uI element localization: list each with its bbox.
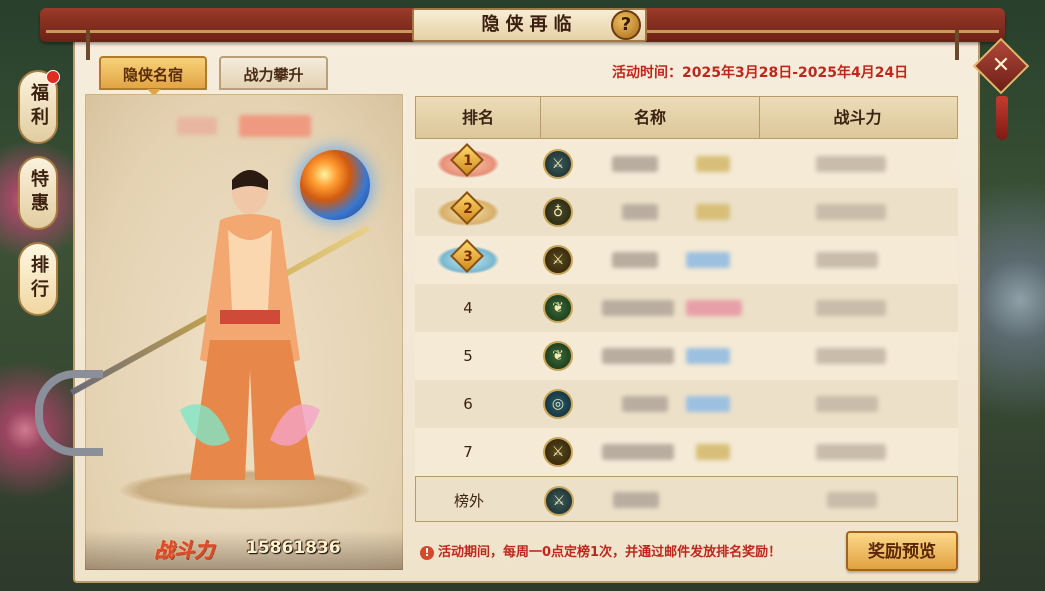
table-row[interactable]: 6 ◎: [415, 380, 958, 428]
rank-number: 7: [463, 443, 473, 461]
power-value: 15861836: [246, 538, 341, 558]
tab-power-climb[interactable]: 战力攀升: [219, 56, 328, 90]
info-icon: !: [420, 546, 434, 560]
self-rank-row[interactable]: 榜外 ⚔: [415, 476, 958, 522]
weapon-hook: [35, 370, 103, 456]
rank-number: 6: [463, 395, 473, 413]
rank-medal-gold: 1: [437, 143, 499, 184]
activity-time: 活动时间：2025年3月28日-2025年4月24日: [612, 65, 909, 81]
header-power: 战斗力: [833, 108, 882, 127]
blade-icon: ⚔: [543, 245, 573, 275]
side-tab-welfare[interactable]: 福利: [18, 70, 60, 144]
ring-icon: ◎: [543, 389, 573, 419]
butterfly-icon: ❦: [543, 293, 573, 323]
table-row[interactable]: 4 ❦: [415, 284, 958, 332]
footnote: ! 活动期间，每周一0点定榜1次，并通过邮件发放排名奖励！: [420, 541, 781, 560]
blade-icon: ⚔: [543, 437, 573, 467]
table-row[interactable]: 5 ❦: [415, 332, 958, 380]
ranking-table: 排名 名称 战斗力 1 ⚔ 2 ♁ 3 ⚔ 4 ❦ 5 ❦ 6 ◎ 7 ⚔ 榜外…: [415, 96, 958, 522]
footnote-text: 活动期间，每周一0点定榜1次，并通过邮件发放排名奖励！: [438, 545, 782, 560]
reward-preview-button[interactable]: 奖励预览: [846, 531, 958, 571]
side-nav: 福利 特惠 排行: [18, 70, 60, 328]
butterfly-icon: ❦: [543, 341, 573, 371]
side-tab-deals[interactable]: 特惠: [18, 156, 58, 230]
header-rank: 排名: [461, 108, 494, 127]
rank-number: 5: [463, 347, 473, 365]
rank-outside-label: 榜外: [453, 492, 484, 510]
gourd-icon: ♁: [543, 197, 573, 227]
rank-medal-silver: 2: [437, 191, 499, 232]
table-header: 排名 名称 战斗力: [415, 96, 958, 139]
banner-pole-left: [86, 30, 90, 60]
side-tab-label: 排行: [28, 255, 49, 303]
character-name-blurred: [177, 111, 314, 139]
side-tab-label: 福利: [28, 83, 49, 131]
character-figure: [180, 170, 320, 480]
rank-number: 4: [463, 299, 473, 317]
header-name: 名称: [540, 97, 760, 138]
power-label: 战斗力: [154, 538, 214, 562]
close-icon: ✕: [991, 53, 1011, 78]
notification-dot: [46, 70, 60, 84]
sword-icon: ⚔: [543, 149, 573, 179]
sword-icon: ⚔: [544, 486, 574, 516]
power-bar: [85, 530, 403, 570]
tassel-ornament: [996, 96, 1008, 140]
table-row[interactable]: 3 ⚔: [415, 236, 958, 284]
tab-hermit-masters[interactable]: 隐侠名宿: [99, 56, 207, 96]
table-row[interactable]: 2 ♁: [415, 188, 958, 236]
table-row[interactable]: 7 ⚔: [415, 428, 958, 476]
side-tab-label: 特惠: [28, 169, 49, 217]
side-tab-ranking[interactable]: 排行: [18, 242, 58, 316]
banner-pole-right: [955, 30, 959, 60]
table-row[interactable]: 1 ⚔: [415, 140, 958, 188]
help-icon[interactable]: ?: [611, 10, 641, 40]
rank-medal-blue: 3: [437, 239, 499, 280]
